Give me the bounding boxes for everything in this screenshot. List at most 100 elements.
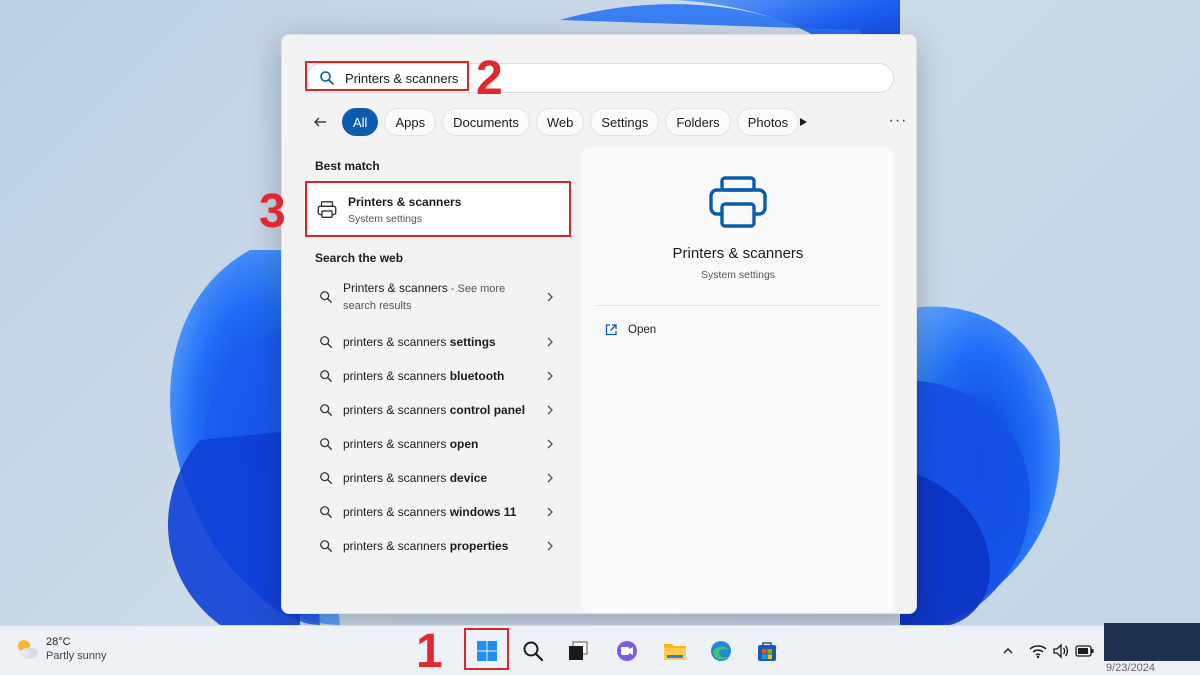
open-action[interactable]: Open [604, 323, 656, 337]
chevron-right-icon [547, 371, 553, 381]
web-result-prefix: printers & scanners [343, 335, 450, 349]
folder-icon [664, 644, 686, 660]
preview-divider [596, 305, 880, 306]
web-result-bold: settings [449, 335, 496, 349]
printer-icon [709, 176, 767, 228]
filter-folders[interactable]: Folders [665, 108, 731, 136]
web-result-bold: open [449, 437, 479, 451]
chat-button[interactable] [612, 636, 642, 666]
filter-settings[interactable]: Settings [590, 108, 660, 136]
chevron-up-icon [1003, 648, 1013, 654]
play-icon [800, 118, 807, 126]
microsoft-store-button[interactable] [752, 636, 782, 666]
annotation-step-2: 2 [476, 52, 503, 105]
file-explorer-button[interactable] [660, 636, 690, 666]
volume-button[interactable] [1051, 641, 1071, 661]
task-view-button[interactable] [563, 636, 593, 666]
web-result-prefix: printers & scanners [343, 403, 450, 417]
web-result-item[interactable]: printers & scanners open [308, 427, 570, 461]
web-result-suffix2: search results [343, 300, 412, 312]
network-button[interactable] [1028, 641, 1048, 661]
filter-web[interactable]: Web [535, 108, 585, 136]
open-label: Open [628, 324, 657, 336]
web-result-bold: device [449, 471, 488, 485]
clock-redaction-block [1104, 623, 1200, 661]
web-result-prefix: printers & scanners [343, 369, 450, 383]
search-icon [320, 336, 332, 348]
chevron-right-icon [547, 507, 553, 517]
back-arrow-icon [314, 117, 326, 127]
weather-widget[interactable]: 28°C Partly sunny [14, 636, 107, 662]
back-button[interactable] [306, 108, 334, 136]
taskbar-date[interactable]: 9/23/2024 [1106, 662, 1155, 674]
annotation-box-search [305, 61, 469, 91]
search-icon [320, 472, 332, 484]
chevron-right-icon [547, 292, 553, 302]
chat-icon [617, 641, 637, 661]
web-result-suffix: - See more [447, 283, 506, 295]
annotation-step-3: 3 [259, 185, 286, 238]
search-icon [320, 438, 332, 450]
speaker-icon [1053, 643, 1069, 659]
search-icon [320, 404, 332, 416]
weather-temperature: 28°C [46, 636, 71, 648]
edge-browser-button[interactable] [706, 636, 736, 666]
search-icon [320, 291, 332, 303]
annotation-step-1: 1 [416, 625, 443, 675]
more-filters-button[interactable] [794, 113, 812, 131]
web-result-item[interactable]: printers & scanners windows 11 [308, 495, 570, 529]
web-result-prefix: printers & scanners [343, 471, 450, 485]
filter-documents[interactable]: Documents [442, 108, 530, 136]
open-external-icon [605, 324, 617, 336]
battery-button[interactable] [1075, 641, 1095, 661]
filter-all[interactable]: All [342, 108, 379, 136]
edge-icon [711, 641, 731, 661]
filter-apps[interactable]: Apps [384, 108, 437, 136]
web-result-item[interactable]: printers & scanners control panel [308, 393, 570, 427]
web-result-item[interactable]: printers & scanners device [308, 461, 570, 495]
web-result-see-more[interactable]: Printers & scanners - See more search re… [308, 275, 570, 319]
search-web-heading: Search the web [315, 251, 404, 265]
start-search-panel: Printers & scanners All Apps Documents W… [281, 34, 917, 614]
web-result-label: Printers & scanners [343, 281, 448, 295]
partly-sunny-icon [18, 640, 38, 659]
web-result-bold: bluetooth [449, 369, 505, 383]
chevron-right-icon [547, 541, 553, 551]
weather-condition: Partly sunny [46, 650, 107, 662]
web-result-bold: windows 11 [449, 505, 517, 519]
search-icon [320, 506, 332, 518]
battery-icon [1075, 645, 1094, 657]
windows-logo-icon [477, 641, 497, 661]
web-result-prefix: printers & scanners [343, 437, 450, 451]
show-hidden-icons-button[interactable] [998, 641, 1018, 661]
chevron-right-icon [547, 473, 553, 483]
annotation-box-best-match [305, 181, 571, 237]
web-result-prefix: printers & scanners [343, 539, 450, 553]
wifi-icon [1029, 645, 1047, 659]
result-preview-pane: Printers & scanners System settings Open [582, 147, 894, 613]
more-options-button[interactable]: ··· [886, 109, 910, 133]
taskbar-search-button[interactable] [518, 636, 548, 666]
search-icon [320, 540, 332, 552]
preview-subtitle: System settings [700, 269, 776, 281]
search-icon [320, 370, 332, 382]
web-result-item[interactable]: printers & scanners settings [308, 325, 570, 359]
web-result-item[interactable]: printers & scanners bluetooth [308, 359, 570, 393]
store-icon [758, 642, 776, 661]
web-result-bold: properties [449, 539, 509, 553]
filter-photos[interactable]: Photos [736, 108, 800, 136]
chevron-right-icon [547, 337, 553, 347]
taskbar: 28°C Partly sunny 1 9/23/2024 [0, 623, 1200, 675]
chevron-right-icon [547, 405, 553, 415]
web-results-list: Printers & scanners - See more search re… [308, 275, 570, 563]
search-icon [523, 641, 544, 662]
web-result-prefix: printers & scanners [343, 505, 450, 519]
web-result-bold: control panel [449, 403, 526, 417]
preview-title: Printers & scanners [672, 245, 804, 262]
best-match-heading: Best match [315, 159, 380, 173]
start-button[interactable] [472, 636, 502, 666]
chevron-right-icon [547, 439, 553, 449]
search-filter-bar: All Apps Documents Web Settings Folders … [306, 107, 906, 137]
web-result-item[interactable]: printers & scanners properties [308, 529, 570, 563]
task-view-icon [569, 641, 588, 660]
